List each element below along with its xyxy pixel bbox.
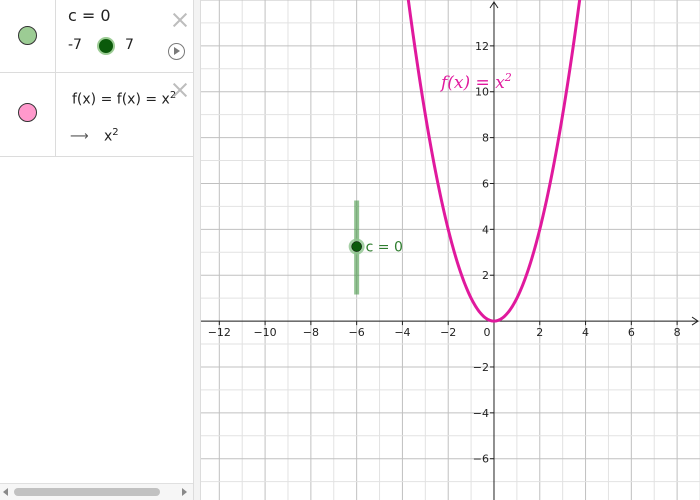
horizontal-scrollbar[interactable] [0,483,193,500]
function-definition-text: f(x) = f(x) = x [72,91,170,108]
slider-definition[interactable]: c = 0 [68,6,111,25]
graphics-view[interactable]: −12 −10 −8 −6 −4 −2 0 2 4 6 8 12108642−2−4−6 c = 0… [201,0,700,500]
slider-row[interactable]: c = 0 -7 7 [0,0,193,73]
visibility-marble-icon[interactable] [18,103,37,122]
function-label-exponent: 2 [504,71,512,84]
y-tick-label: 4 [482,223,489,236]
graphics-slider-label: c = 0 [366,240,403,256]
slider-thumb-icon[interactable] [97,37,115,55]
play-icon[interactable] [168,43,185,60]
scroll-left-icon[interactable] [3,488,8,496]
x-tick-label: −12 [208,326,231,339]
graphics-slider[interactable]: c = 0 [348,200,403,295]
y-tick-label: 2 [482,269,489,282]
algebra-view: c = 0 -7 7 f(x) = f(x) = x 2 ⟶ x2 [0,0,193,500]
output-arrow: ⟶ [70,129,89,144]
x-tick-label: −10 [253,326,276,339]
x-tick-label: 0 [483,326,490,339]
x-tick-label: −8 [303,326,319,339]
x-tick-label: 6 [628,326,635,339]
y-tick-label: −2 [473,361,489,374]
x-tick-label: 8 [674,326,681,339]
marble-column [0,0,56,72]
x-tick-labels: −12 −10 −8 −6 −4 −2 0 2 4 6 8 [208,321,681,339]
scrollbar-thumb[interactable] [14,488,160,496]
y-tick-label: 12 [475,40,489,53]
delete-icon[interactable] [171,11,189,29]
view-divider[interactable] [193,0,201,500]
function-row[interactable]: f(x) = f(x) = x 2 ⟶ x2 [0,73,193,157]
graphics-slider-thumb [351,241,362,252]
visibility-marble-icon[interactable] [18,26,37,45]
y-tick-label: −6 [473,453,489,466]
x-tick-label: 4 [582,326,589,339]
marble-column [0,73,56,156]
slider-max-label: 7 [125,37,134,53]
y-tick-label: 8 [482,132,489,145]
function-output-exponent: 2 [112,127,119,138]
y-tick-label: −4 [473,407,489,420]
y-tick-label: 6 [482,177,489,190]
x-tick-label: −2 [440,326,456,339]
x-tick-label: −4 [394,326,410,339]
scroll-right-icon[interactable] [182,488,187,496]
function-label-text: f(x) = x [439,73,505,93]
slider-min-label: -7 [68,37,82,53]
x-tick-label: 2 [536,326,543,339]
x-tick-label: −6 [349,326,365,339]
function-output: x2 [104,127,119,145]
function-label[interactable]: f(x) = x2 [439,71,512,93]
delete-icon[interactable] [171,81,189,99]
